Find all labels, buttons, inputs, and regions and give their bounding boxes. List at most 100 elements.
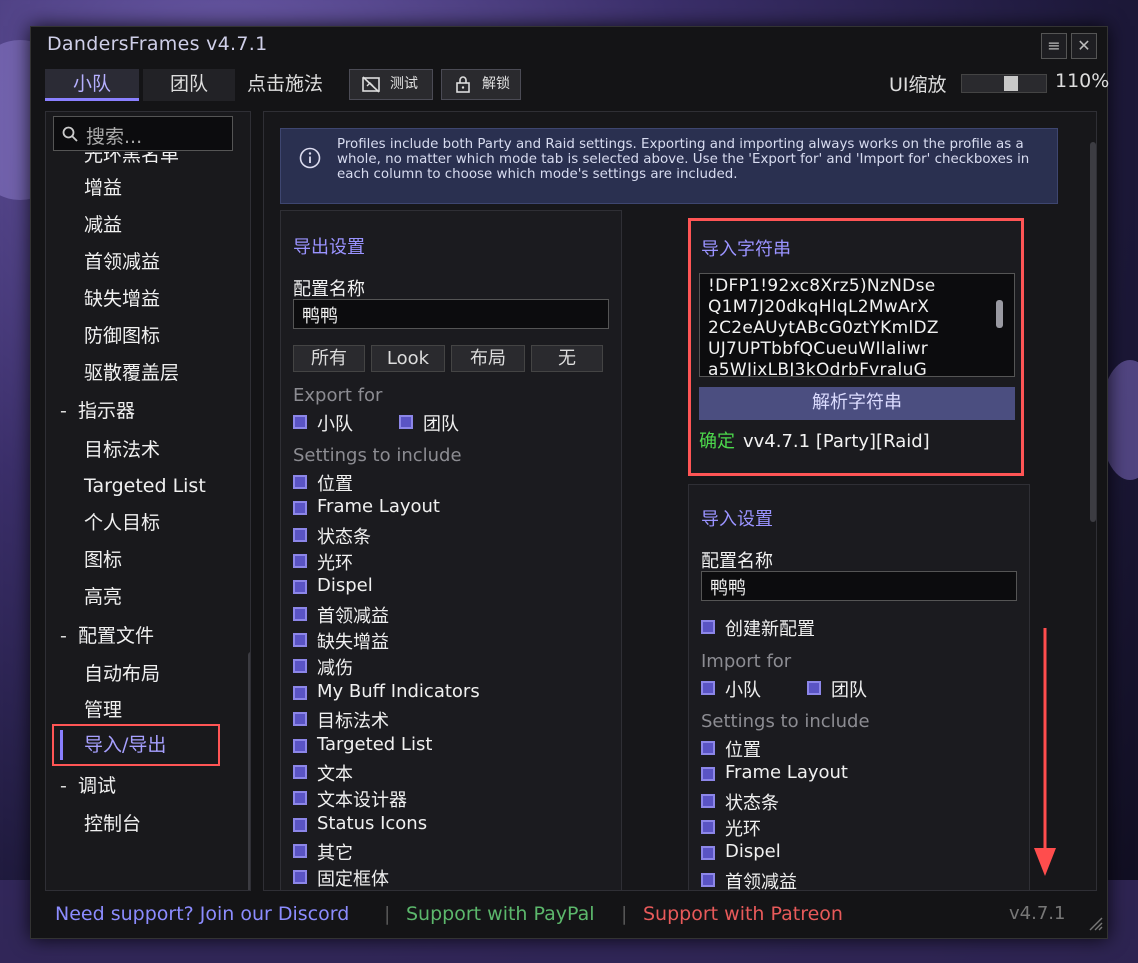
export-setting-checkbox[interactable]: Status Icons [293, 813, 593, 837]
checkbox-label: 首领减益 [317, 606, 389, 627]
lock-icon [456, 76, 470, 93]
import-setting-checkbox[interactable]: Dispel [701, 841, 1001, 865]
textarea-scrollbar[interactable] [996, 300, 1003, 328]
export-for-raid-checkbox[interactable]: 团队 [399, 410, 479, 435]
status-ok-label: 确定 [699, 431, 735, 452]
import-for-raid-checkbox[interactable]: 团队 [807, 676, 887, 701]
import-string-title: 导入字符串 [701, 239, 791, 260]
tab-click-casting[interactable]: 点击施法 [239, 69, 331, 101]
preset-layout-button[interactable]: 布局 [451, 345, 525, 372]
import-settings-panel: 导入设置 配置名称 鸭鸭 创建新配置 Import for 小队 团队 Sett… [688, 484, 1030, 890]
checkbox-label: Targeted List [317, 734, 433, 755]
import-setting-checkbox[interactable]: Frame Layout [701, 762, 1001, 786]
main-scrollbar[interactable] [1090, 142, 1096, 522]
import-setting-checkbox[interactable]: 状态条 [701, 789, 1001, 814]
sidebar-item-defensive-icons[interactable]: 防御图标 [84, 321, 160, 353]
resize-grip-icon[interactable] [1087, 915, 1103, 931]
checkbox-checked [293, 739, 307, 753]
export-setting-checkbox[interactable]: 其它 [293, 839, 593, 864]
ui-scale-slider[interactable] [961, 74, 1047, 93]
preset-look-button[interactable]: Look [371, 345, 445, 372]
import-string-panel: 导入字符串 !DFP1!92xc8Xrz5)NzNDse Q1M7J20dkqH… [688, 218, 1024, 476]
sidebar-item-targeted-list[interactable]: Targeted List [84, 471, 206, 503]
test-button[interactable]: 测试 [349, 69, 433, 100]
sidebar-group-profiles[interactable]: - 配置文件 [60, 621, 154, 653]
export-setting-checkbox[interactable]: 固定框体 [293, 865, 593, 890]
export-setting-checkbox[interactable]: 减伤 [293, 654, 593, 679]
create-new-profile-checkbox[interactable]: 创建新配置 [701, 615, 901, 640]
footer: Need support? Join our Discord | Support… [31, 895, 1109, 939]
test-mode-icon [362, 76, 380, 93]
export-setting-checkbox[interactable]: 位置 [293, 470, 593, 495]
import-setting-checkbox[interactable]: 位置 [701, 736, 1001, 761]
sidebar-item-console[interactable]: 控制台 [84, 809, 141, 841]
export-setting-checkbox[interactable]: My Buff Indicators [293, 681, 593, 705]
sidebar-item-boss-debuffs[interactable]: 首领减益 [84, 247, 160, 279]
paypal-link[interactable]: Support with PayPal [406, 903, 595, 925]
search-placeholder: 搜索... [86, 126, 143, 148]
sidebar-item-debuffs[interactable]: 减益 [84, 210, 122, 242]
sidebar: 搜索... 光环黑名单 增益 减益 首领减益 缺失增益 防御图标 驱散覆盖层 -… [45, 111, 251, 891]
export-setting-checkbox[interactable]: 光环 [293, 549, 593, 574]
import-setting-checkbox[interactable]: 光环 [701, 815, 1001, 840]
info-banner: Profiles include both Party and Raid set… [280, 128, 1058, 204]
checkbox-checked [293, 659, 307, 673]
tab-party[interactable]: 小队 [45, 69, 139, 101]
sidebar-group-label: 调试 [78, 775, 117, 797]
menu-icon[interactable]: ≡ [1041, 33, 1067, 59]
export-setting-checkbox[interactable]: 文本 [293, 760, 593, 785]
checkbox-checked [293, 765, 307, 779]
checkbox-checked [701, 767, 715, 781]
sidebar-group-debug[interactable]: - 调试 [60, 771, 116, 803]
checkbox-label: 光环 [725, 819, 761, 840]
checkbox-checked [293, 818, 307, 832]
sidebar-item-highlight[interactable]: 高亮 [84, 582, 122, 614]
export-setting-checkbox[interactable]: Frame Layout [293, 496, 593, 520]
search-icon [62, 126, 78, 142]
export-setting-checkbox[interactable]: 文本设计器 [293, 786, 593, 811]
import-string-line: a5WJixLBJ3kOdrbFvraluG [708, 360, 928, 377]
sidebar-item-missing-buffs[interactable]: 缺失增益 [84, 284, 160, 316]
export-for-party-checkbox[interactable]: 小队 [293, 410, 373, 435]
export-setting-checkbox[interactable]: 目标法术 [293, 707, 593, 732]
tab-raid[interactable]: 团队 [143, 69, 235, 101]
ui-scale-thumb[interactable] [1004, 76, 1018, 91]
sidebar-group-label: 指示器 [78, 400, 136, 422]
sidebar-item-import-export[interactable]: 导入/导出 [52, 724, 220, 766]
export-setting-checkbox[interactable]: 状态条 [293, 523, 593, 548]
import-string-textarea[interactable]: !DFP1!92xc8Xrz5)NzNDse Q1M7J20dkqHlqL2Mw… [699, 273, 1015, 377]
sidebar-item-dispel-overlay[interactable]: 驱散覆盖层 [84, 358, 179, 390]
import-setting-checkbox[interactable]: 首领减益 [701, 868, 1001, 890]
export-setting-checkbox[interactable]: 缺失增益 [293, 628, 593, 653]
ui-scale-label: UI缩放 [889, 74, 947, 96]
checkbox-label: 状态条 [317, 527, 371, 548]
preset-all-button[interactable]: 所有 [293, 345, 365, 372]
sidebar-item-manage[interactable]: 管理 [84, 695, 122, 727]
checkbox-checked [293, 580, 307, 594]
export-setting-checkbox[interactable]: Targeted List [293, 734, 593, 758]
export-profile-name-input[interactable]: 鸭鸭 [293, 299, 609, 329]
unlock-button[interactable]: 解锁 [441, 69, 521, 100]
parse-string-button[interactable]: 解析字符串 [699, 387, 1015, 420]
sidebar-item-personal-targeted[interactable]: 个人目标 [84, 508, 160, 540]
patreon-link[interactable]: Support with Patreon [643, 903, 843, 925]
discord-link[interactable]: Need support? Join our Discord [55, 903, 349, 925]
sidebar-item-auto-layout[interactable]: 自动布局 [84, 659, 160, 691]
sidebar-item-aura-blacklist[interactable]: 光环黑名单 [84, 152, 179, 172]
sidebar-item-icons[interactable]: 图标 [84, 545, 122, 577]
preset-none-button[interactable]: 无 [531, 345, 603, 372]
sidebar-group-indicators[interactable]: - 指示器 [60, 396, 135, 428]
search-input[interactable]: 搜索... [53, 116, 233, 151]
sidebar-item-buffs[interactable]: 增益 [84, 173, 122, 205]
export-setting-checkbox[interactable]: 首领减益 [293, 602, 593, 627]
sidebar-item-targeted-spells[interactable]: 目标法术 [84, 435, 160, 467]
checkbox-label: 小队 [725, 680, 761, 701]
import-profile-name-label: 配置名称 [701, 551, 773, 572]
import-profile-name-input[interactable]: 鸭鸭 [701, 571, 1017, 601]
checkbox-checked [293, 554, 307, 568]
close-icon[interactable]: ✕ [1071, 33, 1097, 59]
export-setting-checkbox[interactable]: Dispel [293, 575, 593, 599]
sidebar-group-label: 配置文件 [78, 625, 155, 647]
sidebar-scrollbar[interactable] [248, 652, 250, 890]
import-for-party-checkbox[interactable]: 小队 [701, 676, 781, 701]
